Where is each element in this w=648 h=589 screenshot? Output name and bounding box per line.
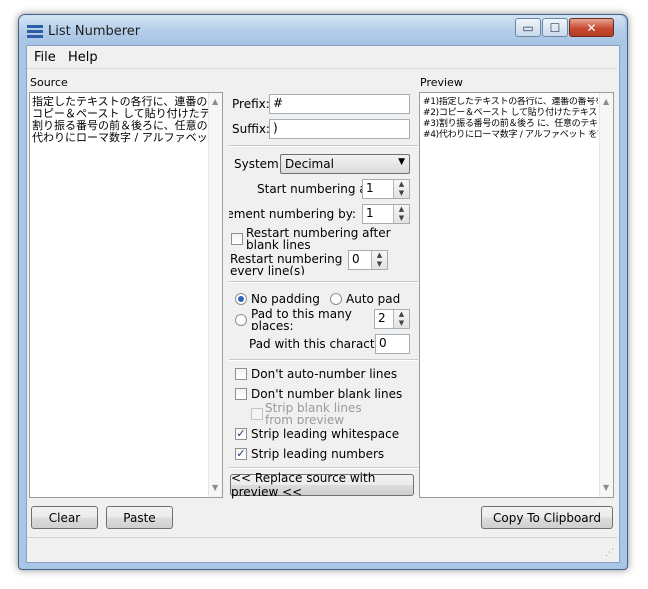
dont-auto-checkbox[interactable] bbox=[235, 368, 247, 380]
chevron-down-icon: ▼ bbox=[398, 157, 405, 167]
prefix-label: Prefix: bbox=[232, 97, 270, 111]
dont-blank-label: Don't number blank lines bbox=[251, 387, 403, 401]
start-spinner[interactable]: 1 ▲ ▼ bbox=[362, 179, 410, 199]
restart-blank-checkbox[interactable] bbox=[231, 233, 243, 245]
menu-bar bbox=[27, 46, 617, 69]
restart-every-spinner[interactable]: 0 ▲ ▼ bbox=[348, 250, 388, 270]
close-button[interactable]: ✕ bbox=[569, 18, 614, 37]
increment-value: 1 bbox=[366, 206, 374, 220]
scroll-down-icon: ▼ bbox=[603, 483, 610, 492]
restart-every-value: 0 bbox=[352, 252, 360, 266]
maximize-button[interactable]: ☐ bbox=[542, 18, 568, 37]
increment-label: Increment numbering by: bbox=[229, 207, 356, 221]
start-label: Start numbering at: bbox=[257, 182, 376, 196]
pad-places-spin-buttons[interactable]: ▲ ▼ bbox=[393, 310, 409, 328]
strip-num-checkbox[interactable]: ✓ bbox=[235, 448, 247, 460]
no-padding-radio[interactable] bbox=[235, 293, 247, 305]
separator bbox=[229, 281, 418, 283]
preview-line: #3)割り振る番号の前＆後ろ に、任意のテキストを bbox=[423, 119, 598, 129]
scroll-up-icon: ▲ bbox=[212, 97, 219, 106]
source-scrollbar[interactable]: ▲ ▼ bbox=[208, 93, 222, 497]
clear-button[interactable]: Clear bbox=[31, 506, 98, 529]
separator bbox=[229, 467, 418, 469]
prefix-input[interactable]: # bbox=[269, 94, 410, 114]
dont-blank-checkbox[interactable] bbox=[235, 388, 247, 400]
window-title: List Numberer bbox=[48, 24, 141, 39]
system-value: Decimal bbox=[285, 157, 334, 171]
pad-places-label: Pad to this many places: bbox=[251, 308, 352, 330]
replace-source-button[interactable]: << Replace source with preview << bbox=[230, 471, 414, 499]
status-bar bbox=[27, 537, 617, 561]
strip-ws-checkbox[interactable]: ✓ bbox=[235, 428, 247, 440]
scroll-up-icon: ▲ bbox=[603, 97, 610, 106]
strip-blank-label: Strip blank lines from preview bbox=[265, 402, 362, 424]
pad-places-spinner[interactable]: 2 ▲ ▼ bbox=[374, 309, 410, 329]
copy-to-clipboard-button[interactable]: Copy To Clipboard bbox=[481, 506, 613, 529]
auto-pad-label: Auto pad bbox=[346, 292, 401, 306]
no-padding-label: No padding bbox=[251, 292, 320, 306]
scroll-down-icon: ▼ bbox=[212, 483, 219, 492]
source-textbox[interactable]: 指定したテキストの各行に、連番の番号 コピー＆ペースト して貼り付けたテキスト(… bbox=[29, 92, 223, 498]
preview-textbox[interactable]: #1)指定したテキストの各行に、連番の番号を割り振 #2)コピー＆ペースト して… bbox=[419, 92, 614, 498]
list-icon bbox=[27, 24, 43, 40]
pad-char-label: Pad with this character: bbox=[249, 337, 391, 351]
separator bbox=[229, 145, 418, 147]
maximize-icon: ☐ bbox=[549, 20, 561, 35]
increment-spin-buttons[interactable]: ▲ ▼ bbox=[393, 205, 409, 223]
restart-every-label: Restart numbering every line(s) bbox=[230, 253, 343, 275]
auto-pad-radio[interactable] bbox=[330, 293, 342, 305]
paste-button[interactable]: Paste bbox=[106, 506, 173, 529]
preview-scrollbar[interactable]: ▲ ▼ bbox=[599, 93, 613, 497]
preview-line: #2)コピー＆ペースト して貼り付けたテキストに、 bbox=[423, 108, 598, 118]
system-dropdown[interactable]: Decimal ▼ bbox=[280, 154, 410, 174]
pad-char-input[interactable]: 0 bbox=[375, 334, 410, 354]
restart-blank-label: Restart numbering after blank lines bbox=[246, 227, 391, 249]
menu-file[interactable]: File bbox=[34, 50, 56, 65]
dont-auto-label: Don't auto-number lines bbox=[251, 367, 398, 381]
strip-num-label: Strip leading numbers bbox=[251, 447, 385, 461]
minimize-button[interactable]: ▭ bbox=[515, 18, 541, 37]
strip-blank-checkbox[interactable] bbox=[251, 408, 263, 420]
suffix-label: Suffix: bbox=[232, 122, 270, 136]
start-spin-buttons[interactable]: ▲ ▼ bbox=[393, 180, 409, 198]
resize-grip-icon[interactable]: ⋰ bbox=[605, 548, 614, 558]
increment-spinner[interactable]: 1 ▲ ▼ bbox=[362, 204, 410, 224]
pad-places-radio[interactable] bbox=[235, 314, 247, 326]
source-label: Source bbox=[30, 76, 68, 89]
preview-label: Preview bbox=[420, 76, 463, 89]
separator bbox=[229, 359, 418, 361]
menu-help[interactable]: Help bbox=[68, 50, 98, 65]
suffix-input[interactable]: ) bbox=[269, 119, 410, 139]
strip-ws-label: Strip leading whitespace bbox=[251, 427, 400, 441]
preview-line: #4)代わりにローマ数字 / アルファベット を割り bbox=[423, 130, 598, 140]
start-value: 1 bbox=[366, 181, 374, 195]
close-icon: ✕ bbox=[586, 20, 597, 35]
minimize-icon: ▭ bbox=[522, 20, 534, 35]
restart-every-spin-buttons[interactable]: ▲ ▼ bbox=[371, 251, 387, 269]
source-line: 代わりにローマ数字 / アルファベット を割 bbox=[32, 131, 208, 144]
system-label: System: bbox=[234, 157, 283, 171]
preview-line: #1)指定したテキストの各行に、連番の番号を割り振 bbox=[423, 97, 598, 107]
pad-places-value: 2 bbox=[378, 311, 386, 325]
